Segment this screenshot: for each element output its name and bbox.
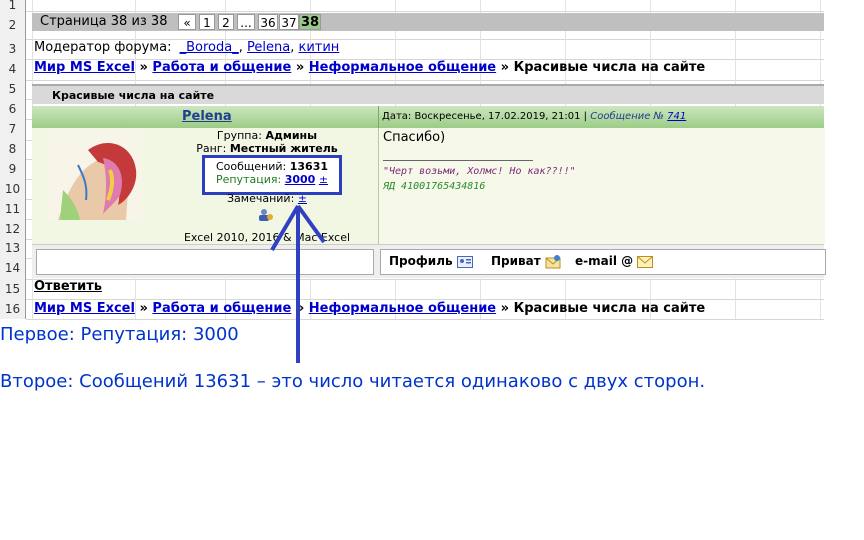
row-number[interactable]: 15 xyxy=(0,279,26,299)
row-number[interactable]: 12 xyxy=(0,219,26,239)
profile-label: Профиль xyxy=(389,254,453,268)
message-number-link[interactable]: 741 xyxy=(667,111,686,122)
post-footer: Профиль Приват e-mail @ xyxy=(32,244,826,278)
row-number[interactable]: 11 xyxy=(0,199,26,219)
rank-line: Ранг: Местный житель xyxy=(182,142,352,155)
breadcrumb-bottom: Мир MS Excel » Работа и общение » Неформ… xyxy=(34,301,705,316)
reputation-line: Репутация: 3000 ± xyxy=(205,173,339,186)
page-ellipsis: ... xyxy=(237,14,255,30)
pagination-bar: Страница 38 из 38 « 1 2 ... 36 37 38 xyxy=(32,13,824,31)
page-first-button[interactable]: « xyxy=(178,14,196,30)
breadcrumb-separator: » xyxy=(139,60,148,75)
profile-card-icon xyxy=(456,255,473,268)
messages-label: Сообщений: xyxy=(215,160,287,173)
row-number[interactable]: 4 xyxy=(0,59,26,80)
email-label: e-mail @ xyxy=(575,254,634,268)
row-number[interactable]: 5 xyxy=(0,80,26,99)
signature-yad: ЯД 41001765434816 xyxy=(383,181,486,192)
breadcrumb-separator: » xyxy=(139,301,148,316)
row-number[interactable]: 14 xyxy=(0,258,26,279)
message-number-label: Сообщение № xyxy=(590,111,664,122)
breadcrumb-link-work[interactable]: Работа и общение xyxy=(152,60,291,75)
topic-title: Красивые числа на сайте xyxy=(52,89,215,102)
private-message-button[interactable]: Приват xyxy=(491,254,561,269)
spreadsheet-area: 1 2 3 4 5 6 7 8 9 10 11 12 13 14 15 16 Страница 38 из 3… xyxy=(0,0,826,320)
page-37-button[interactable]: 37 xyxy=(279,14,299,30)
breadcrumb-separator: » xyxy=(295,60,305,75)
breadcrumb-link-home[interactable]: Мир MS Excel xyxy=(34,301,135,316)
group-label: Группа: xyxy=(216,129,262,142)
post-actions: Профиль Приват e-mail @ xyxy=(380,249,826,275)
annotation-arrow xyxy=(270,204,326,363)
caption-first: Первое: Репутация: 3000 xyxy=(0,324,239,345)
row-number[interactable]: 7 xyxy=(0,119,26,140)
private-label: Приват xyxy=(491,254,541,268)
post-header: Pelena Дата: Воскресенье, 17.02.2019, 21… xyxy=(32,106,824,129)
page-current: 38 xyxy=(299,14,321,30)
page-count-label: Страница 38 из 38 xyxy=(40,14,168,29)
separator: , xyxy=(290,40,295,55)
messages-line: Сообщений: 13631 xyxy=(205,160,339,173)
post-content-pane: Спасибо) "Черт возьми, Холмс! Но как??!!… xyxy=(378,128,825,244)
page-1-button[interactable]: 1 xyxy=(199,14,215,30)
row-number[interactable]: 13 xyxy=(0,239,26,258)
separator: | xyxy=(583,111,588,122)
breadcrumb-current: Красивые числа на сайте xyxy=(513,60,706,75)
row-number[interactable]: 6 xyxy=(0,99,26,119)
group-value: Админы xyxy=(265,129,318,142)
post-date: Дата: Воскресенье, 17.02.2019, 21:01 xyxy=(382,111,581,122)
breadcrumb-link-home[interactable]: Мир MS Excel xyxy=(34,60,135,75)
row-gridline xyxy=(26,319,824,320)
breadcrumb-link-informal[interactable]: Неформальное общение xyxy=(309,60,496,75)
row-gridline xyxy=(26,80,824,81)
topic-title-bar: Красивые числа на сайте xyxy=(32,84,824,104)
page-2-button[interactable]: 2 xyxy=(218,14,234,30)
row-gridline xyxy=(26,299,824,300)
highlight-box: Сообщений: 13631 Репутация: 3000 ± xyxy=(202,155,342,195)
moderator-link-boroda[interactable]: _Boroda_ xyxy=(180,40,239,55)
row-gridline xyxy=(26,11,824,12)
breadcrumb-separator: » xyxy=(500,60,510,75)
reply-link[interactable]: Ответить xyxy=(34,279,102,294)
email-button[interactable]: e-mail @ xyxy=(575,254,654,268)
rank-label: Ранг: xyxy=(196,142,227,155)
row-number[interactable]: 8 xyxy=(0,140,26,159)
reputation-label: Репутация: xyxy=(215,173,282,186)
reputation-link[interactable]: 3000 xyxy=(285,173,316,186)
signature-quote: "Черт возьми, Холмс! Но как??!!" xyxy=(383,166,576,177)
moderator-link-kitin[interactable]: китин xyxy=(298,40,339,55)
moderators-label: Модератор форума: xyxy=(34,40,172,55)
row-number[interactable]: 16 xyxy=(0,299,26,319)
moderators-line: Модератор форума: _Boroda_, Pelena, кити… xyxy=(34,40,339,55)
rank-value: Местный житель xyxy=(229,142,338,155)
post-meta: Дата: Воскресенье, 17.02.2019, 21:01 | С… xyxy=(382,111,686,122)
breadcrumb: Мир MS Excel » Работа и общение » Неформ… xyxy=(34,60,705,75)
separator: , xyxy=(238,40,243,55)
messages-value: 13631 xyxy=(289,160,329,173)
row-gridline xyxy=(26,279,824,280)
private-message-icon xyxy=(545,254,561,268)
profile-button[interactable]: Профиль xyxy=(389,254,473,268)
envelope-icon xyxy=(637,255,654,268)
row-number[interactable]: 1 xyxy=(0,0,26,11)
header-divider xyxy=(378,106,379,128)
group-line: Группа: Админы xyxy=(182,129,352,142)
breadcrumb-current: Красивые числа на сайте xyxy=(513,301,706,316)
row-number[interactable]: 10 xyxy=(0,179,26,199)
author-link[interactable]: Pelena xyxy=(182,109,232,124)
caption-second: Второе: Сообщений 13631 – это число чита… xyxy=(0,371,706,392)
page-36-button[interactable]: 36 xyxy=(258,14,278,30)
row-number[interactable]: 2 xyxy=(0,11,26,39)
reputation-vote-button[interactable]: ± xyxy=(319,173,328,186)
user-stats: Группа: Админы Ранг: Местный житель xyxy=(182,129,352,155)
moderator-link-pelena[interactable]: Pelena xyxy=(247,40,290,55)
row-number[interactable]: 9 xyxy=(0,159,26,179)
post-body: Спасибо) xyxy=(383,130,446,145)
breadcrumb-separator: » xyxy=(500,301,510,316)
row-number[interactable]: 3 xyxy=(0,39,26,59)
avatar xyxy=(48,130,142,220)
signature-divider xyxy=(383,160,533,161)
